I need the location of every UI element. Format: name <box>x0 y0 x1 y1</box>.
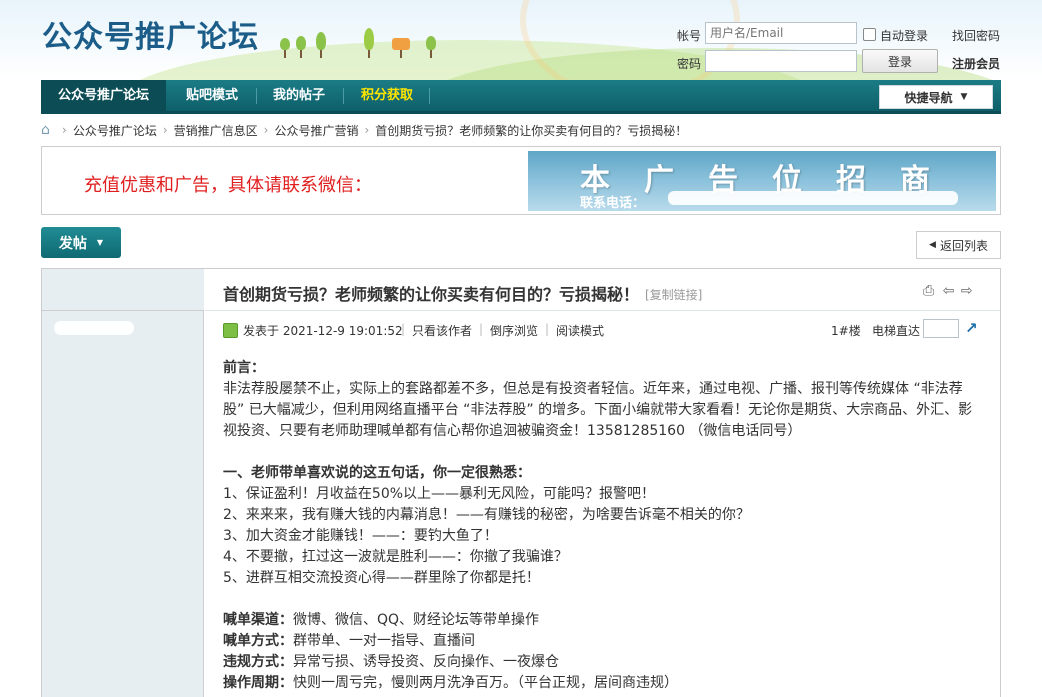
post-date: 发表于 2021-12-9 19:01:52 <box>243 324 403 338</box>
fact-label: 操作周期： <box>223 675 293 691</box>
print-icon[interactable]: ⎙ <box>923 283 934 299</box>
breadcrumb: ⌂ › 公众号推广论坛 › 营销推广信息区 › 公众号推广营销 › 首创期货亏损… <box>41 121 688 139</box>
nav-item-home[interactable]: 公众号推广论坛 <box>41 80 166 111</box>
login-button[interactable]: 登录 <box>862 49 938 73</box>
new-post-button[interactable]: 发帖 ▼ <box>41 227 121 258</box>
password-label: 密码 <box>677 57 702 71</box>
nav-item-tieba[interactable]: 贴吧模式 <box>171 80 253 111</box>
floor-number: 1#楼 <box>831 324 861 338</box>
list-item: 1、保证盈利！月收益在50%以上——暴利无风险，可能吗？报警吧！ <box>223 486 656 502</box>
fact-row: 喊单方式：群带单、一对一指导、直播间 <box>223 631 983 652</box>
jump-icon[interactable]: ↗ <box>965 319 978 337</box>
nav-item-my-posts[interactable]: 我的帖子 <box>259 80 339 111</box>
post-content: 前言： 非法荐股屡禁不止，实际上的套路都差不多，但总是有投资者轻信。近年来，通过… <box>223 358 983 694</box>
back-to-list-button[interactable]: ◀ 返回列表 <box>916 231 1001 259</box>
chevron-down-icon: ▼ <box>960 92 968 102</box>
caret-down-icon: ▼ <box>96 238 104 247</box>
section-title: 一、老师带单喜欢说的这五句话，你一定很熟悉： <box>223 465 531 481</box>
prev-thread-icon[interactable]: ⇦ <box>943 283 955 299</box>
quick-nav-button[interactable]: 快捷导航 ▼ <box>879 85 993 109</box>
thread-title-row: 首创期货亏损？老师频繁的让你买卖有何目的？亏损揭秘！ [复制链接] ⎙ ⇦ ⇨ <box>205 269 1000 311</box>
home-icon[interactable]: ⌂ <box>41 123 56 137</box>
auto-login-label[interactable]: 自动登录 <box>880 27 928 44</box>
floor-jump-input[interactable] <box>923 319 959 338</box>
ad-banner: 充值优惠和广告，具体请联系微信： 本广告位招商 联系电话： <box>41 146 1001 215</box>
username-input[interactable] <box>705 22 857 44</box>
thread-post: 首创期货亏损？老师频繁的让你买卖有何目的？亏损揭秘！ [复制链接] ⎙ ⇦ ⇨ … <box>41 268 1001 697</box>
online-user-icon <box>223 323 238 338</box>
paragraph: 非法荐股屡禁不止，实际上的套路都差不多，但总是有投资者轻信。近年来，通过电视、广… <box>223 381 963 397</box>
list-item: 2、来来来，我有赚大钱的内幕消息！——有赚钱的秘密，为啥要告诉毫不相关的你？ <box>223 507 750 523</box>
register-link[interactable]: 注册会员 <box>952 55 1000 72</box>
redacted-phone <box>668 191 958 205</box>
auto-login-checkbox[interactable] <box>863 28 876 41</box>
username-label: 帐号 <box>677 29 702 43</box>
fact-value: 微博、微信、QQ、财经论坛等带单操作 <box>293 612 540 628</box>
paragraph: 视投资、只要有老师助理喊单都有信心帮你追洄被骗资金！13581285160 （微… <box>223 423 802 439</box>
fact-label: 违规方式： <box>223 654 293 670</box>
paragraph: 股” 已大幅减少，但利用网络直播平台 “非法荐股” 的增多。下面小编就带大家看看… <box>223 402 973 418</box>
quick-nav-label: 快捷导航 <box>904 90 953 105</box>
floor-jump-label: 电梯直达 <box>872 324 921 338</box>
decorative-trees <box>280 18 450 58</box>
fact-row: 违规方式：异常亏损、诱导投资、反向操作、一夜爆仓 <box>223 652 983 673</box>
ad-image[interactable]: 本广告位招商 联系电话： <box>528 151 996 211</box>
breadcrumb-item[interactable]: 公众号推广营销 <box>274 122 358 139</box>
thread-title: 首创期货亏损？老师频繁的让你买卖有何目的？亏损揭秘！ <box>223 285 640 304</box>
author-sidebar <box>42 269 204 697</box>
new-post-label: 发帖 <box>58 235 87 252</box>
reverse-order-link[interactable]: 倒序浏览 <box>490 322 538 339</box>
site-logo[interactable]: 公众号推广论坛 <box>42 12 259 56</box>
fact-label: 喊单渠道： <box>223 612 293 628</box>
breadcrumb-item[interactable]: 营销推广信息区 <box>174 122 258 139</box>
fact-label: 喊单方式： <box>223 633 293 649</box>
next-thread-icon[interactable]: ⇨ <box>961 283 973 299</box>
back-to-list-label: 返回列表 <box>939 238 988 253</box>
back-arrow-icon: ◀ <box>929 240 936 250</box>
list-item: 4、不要撤，扛过这一波就是胜利——：你撤了我骗谁？ <box>223 549 568 565</box>
breadcrumb-current[interactable]: 首创期货亏损？老师频繁的让你买卖有何目的？亏损揭秘！ <box>375 122 687 139</box>
fact-row: 喊单渠道：微博、微信、QQ、财经论坛等带单操作 <box>223 610 983 631</box>
fact-row: 操作周期：快则一周亏完，慢则两月洗净百万。（平台正规，居间商违规） <box>223 673 983 694</box>
list-item: 3、加大资金才能赚钱！——：要钓大鱼了！ <box>223 528 498 544</box>
fact-value: 异常亏损、诱导投资、反向操作、一夜爆仓 <box>293 654 559 670</box>
password-input[interactable] <box>705 50 857 72</box>
main-nav: 公众号推广论坛 贴吧模式 我的帖子 积分获取 快捷导航 ▼ <box>41 80 1001 114</box>
find-password-link[interactable]: 找回密码 <box>952 27 1000 44</box>
redacted-author-name <box>54 321 134 335</box>
copy-link[interactable]: [复制链接] <box>645 286 702 303</box>
nav-item-points[interactable]: 积分获取 <box>346 80 428 111</box>
post-meta: 发表于 2021-12-9 19:01:52 | 只看该作者 | 倒序浏览 | … <box>205 319 1000 341</box>
list-item: 5、进群互相交流投资心得——群里除了你都是托！ <box>223 570 540 586</box>
ad-contact-label: 联系电话： <box>580 196 646 211</box>
breadcrumb-item[interactable]: 公众号推广论坛 <box>73 122 157 139</box>
preface-title: 前言： <box>223 360 265 376</box>
read-mode-link[interactable]: 阅读模式 <box>556 322 604 339</box>
fact-value: 群带单、一对一指导、直播间 <box>293 633 475 649</box>
fact-value: 快则一周亏完，慢则两月洗净百万。（平台正规，居间商违规） <box>293 675 678 691</box>
ad-left-text[interactable]: 充值优惠和广告，具体请联系微信： <box>84 171 372 197</box>
only-author-link[interactable]: 只看该作者 <box>412 322 472 339</box>
